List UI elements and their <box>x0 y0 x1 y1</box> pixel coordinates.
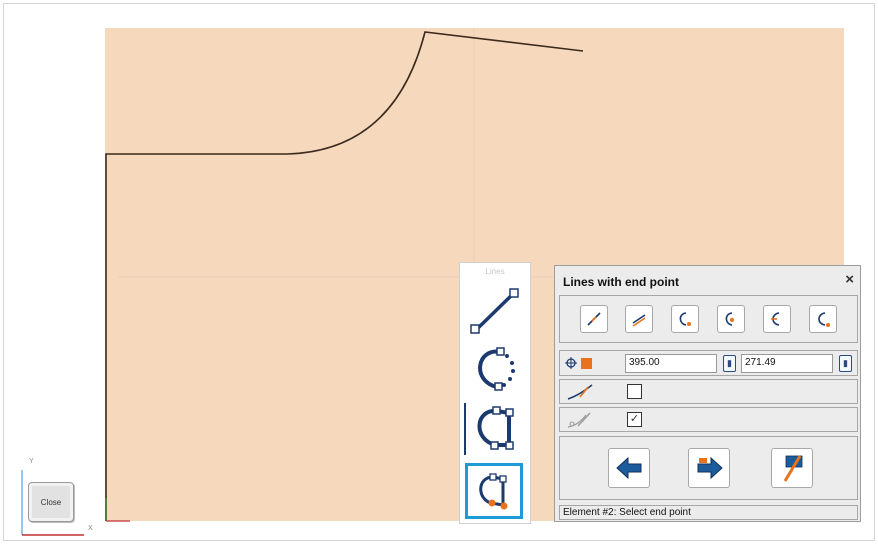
view-cube[interactable]: Close <box>28 482 74 522</box>
curve-mode-4-button[interactable] <box>809 305 837 333</box>
curve-nodes-icon <box>477 406 514 450</box>
x-coordinate-field[interactable]: 395.00 <box>625 354 717 373</box>
back-arrow-icon <box>616 456 642 480</box>
view-cube-label: Close <box>40 497 62 507</box>
forward-arrow-icon <box>697 456 723 480</box>
color-swatch <box>581 358 592 369</box>
tool-palette-title: Lines <box>485 267 505 276</box>
curve-end-point-icon <box>479 473 508 510</box>
mode-button-group <box>559 295 858 343</box>
status-bar: Element #2: Select end point <box>559 505 858 520</box>
axis-x-label: X <box>88 525 93 532</box>
tool-palette: Lines <box>459 262 531 524</box>
axis-y-label: Y <box>29 458 34 465</box>
forward-button[interactable] <box>688 448 730 488</box>
finish-button[interactable] <box>771 448 813 488</box>
curve-1-icon <box>679 312 691 326</box>
curve-mode-3-button[interactable] <box>763 305 791 333</box>
x-calculator-button[interactable]: ▮ <box>723 355 736 372</box>
curve-4-icon <box>818 312 830 327</box>
pencil-tangent-icon <box>567 412 591 428</box>
end-point-line-tool[interactable] <box>465 463 523 519</box>
navigation-group <box>559 436 858 500</box>
option-2-checkbox[interactable]: ✓ <box>627 412 642 427</box>
back-button[interactable] <box>608 448 650 488</box>
straight-line-icon <box>470 288 519 334</box>
arc-tool[interactable] <box>465 343 523 395</box>
line-tool[interactable] <box>465 285 523 337</box>
straight-line-mode-button[interactable] <box>580 305 608 333</box>
curve-pen-icon <box>567 384 593 400</box>
y-coordinate-field[interactable]: 271.49 <box>741 354 833 373</box>
curve-mode-2-button[interactable] <box>717 305 745 333</box>
curve-3-icon <box>771 312 780 326</box>
curve-2-icon <box>725 312 734 326</box>
parallel-line-mode-button[interactable] <box>625 305 653 333</box>
finish-flag-icon <box>783 455 803 482</box>
option-1-checkbox[interactable] <box>627 384 642 399</box>
dialog-title: Lines with end point <box>563 275 679 289</box>
lines-with-end-point-dialog: Lines with end point × 395.00 ▮ 271.49 ▮ <box>554 265 861 522</box>
y-calculator-button[interactable]: ▮ <box>839 355 852 372</box>
arc-dotted-icon <box>478 347 515 391</box>
coordinate-row: 395.00 ▮ 271.49 ▮ <box>559 350 858 376</box>
curve-mode-1-button[interactable] <box>671 305 699 333</box>
option-row-2: ✓ <box>559 407 858 432</box>
parallel-line-icon <box>632 314 646 327</box>
curve-tool[interactable] <box>465 403 523 455</box>
straight-line-icon <box>587 312 601 326</box>
crosshair-icon <box>565 357 577 369</box>
close-button[interactable]: × <box>845 271 854 288</box>
option-row-1 <box>559 379 858 404</box>
